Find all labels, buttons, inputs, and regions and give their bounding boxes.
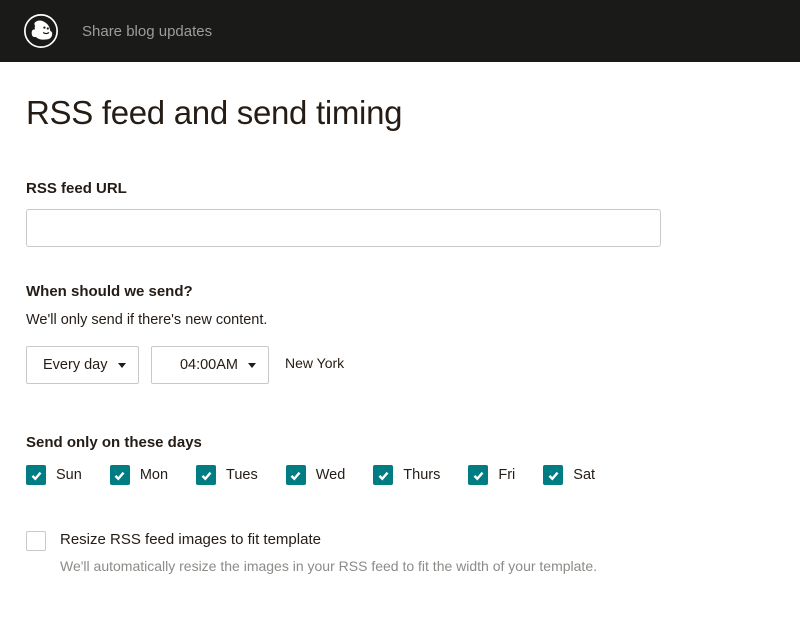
day-label: Thurs: [403, 467, 440, 483]
day-label: Fri: [498, 467, 515, 483]
resize-helper: We'll automatically resize the images in…: [60, 558, 597, 574]
day-checkbox[interactable]: [373, 465, 393, 485]
day-label: Tues: [226, 467, 258, 483]
schedule-helper: We'll only send if there's new content.: [26, 312, 774, 328]
day-item: Thurs: [373, 465, 440, 485]
days-section: Send only on these days Sun Mon Tues Wed Thu…: [26, 434, 774, 485]
day-item: Mon: [110, 465, 168, 485]
day-item: Sun: [26, 465, 82, 485]
days-label: Send only on these days: [26, 434, 774, 451]
day-checkbox[interactable]: [110, 465, 130, 485]
mailchimp-logo-icon: [24, 14, 58, 48]
timezone-label: New York: [285, 355, 344, 371]
rss-url-section: RSS feed URL: [26, 180, 774, 247]
day-checkbox[interactable]: [196, 465, 216, 485]
day-label: Wed: [316, 467, 346, 483]
day-checkbox[interactable]: [26, 465, 46, 485]
day-label: Sat: [573, 467, 595, 483]
day-label: Sun: [56, 467, 82, 483]
day-checkbox[interactable]: [286, 465, 306, 485]
day-item: Sat: [543, 465, 595, 485]
day-item: Tues: [196, 465, 258, 485]
frequency-value: Every day: [43, 357, 107, 373]
chevron-down-icon: [118, 363, 126, 368]
topbar-title: Share blog updates: [82, 23, 212, 40]
topbar: Share blog updates: [0, 0, 800, 62]
resize-checkbox[interactable]: [26, 531, 46, 551]
day-label: Mon: [140, 467, 168, 483]
schedule-label: When should we send?: [26, 283, 774, 300]
page-title: RSS feed and send timing: [26, 94, 774, 132]
day-checkbox[interactable]: [543, 465, 563, 485]
schedule-controls: Every day 04:00AM New York: [26, 346, 774, 384]
rss-url-input[interactable]: [26, 209, 661, 247]
chevron-down-icon: [248, 363, 256, 368]
day-item: Wed: [286, 465, 346, 485]
resize-text: Resize RSS feed images to fit template W…: [60, 531, 597, 574]
schedule-section: When should we send? We'll only send if …: [26, 283, 774, 384]
days-row: Sun Mon Tues Wed Thurs Fri Sat: [26, 465, 774, 485]
resize-section: Resize RSS feed images to fit template W…: [26, 531, 774, 574]
time-select[interactable]: 04:00AM: [151, 346, 269, 384]
time-value: 04:00AM: [180, 357, 238, 373]
day-item: Fri: [468, 465, 515, 485]
frequency-select[interactable]: Every day: [26, 346, 139, 384]
rss-url-label: RSS feed URL: [26, 180, 774, 197]
resize-label: Resize RSS feed images to fit template: [60, 531, 597, 548]
day-checkbox[interactable]: [468, 465, 488, 485]
main-content: RSS feed and send timing RSS feed URL Wh…: [0, 62, 800, 574]
